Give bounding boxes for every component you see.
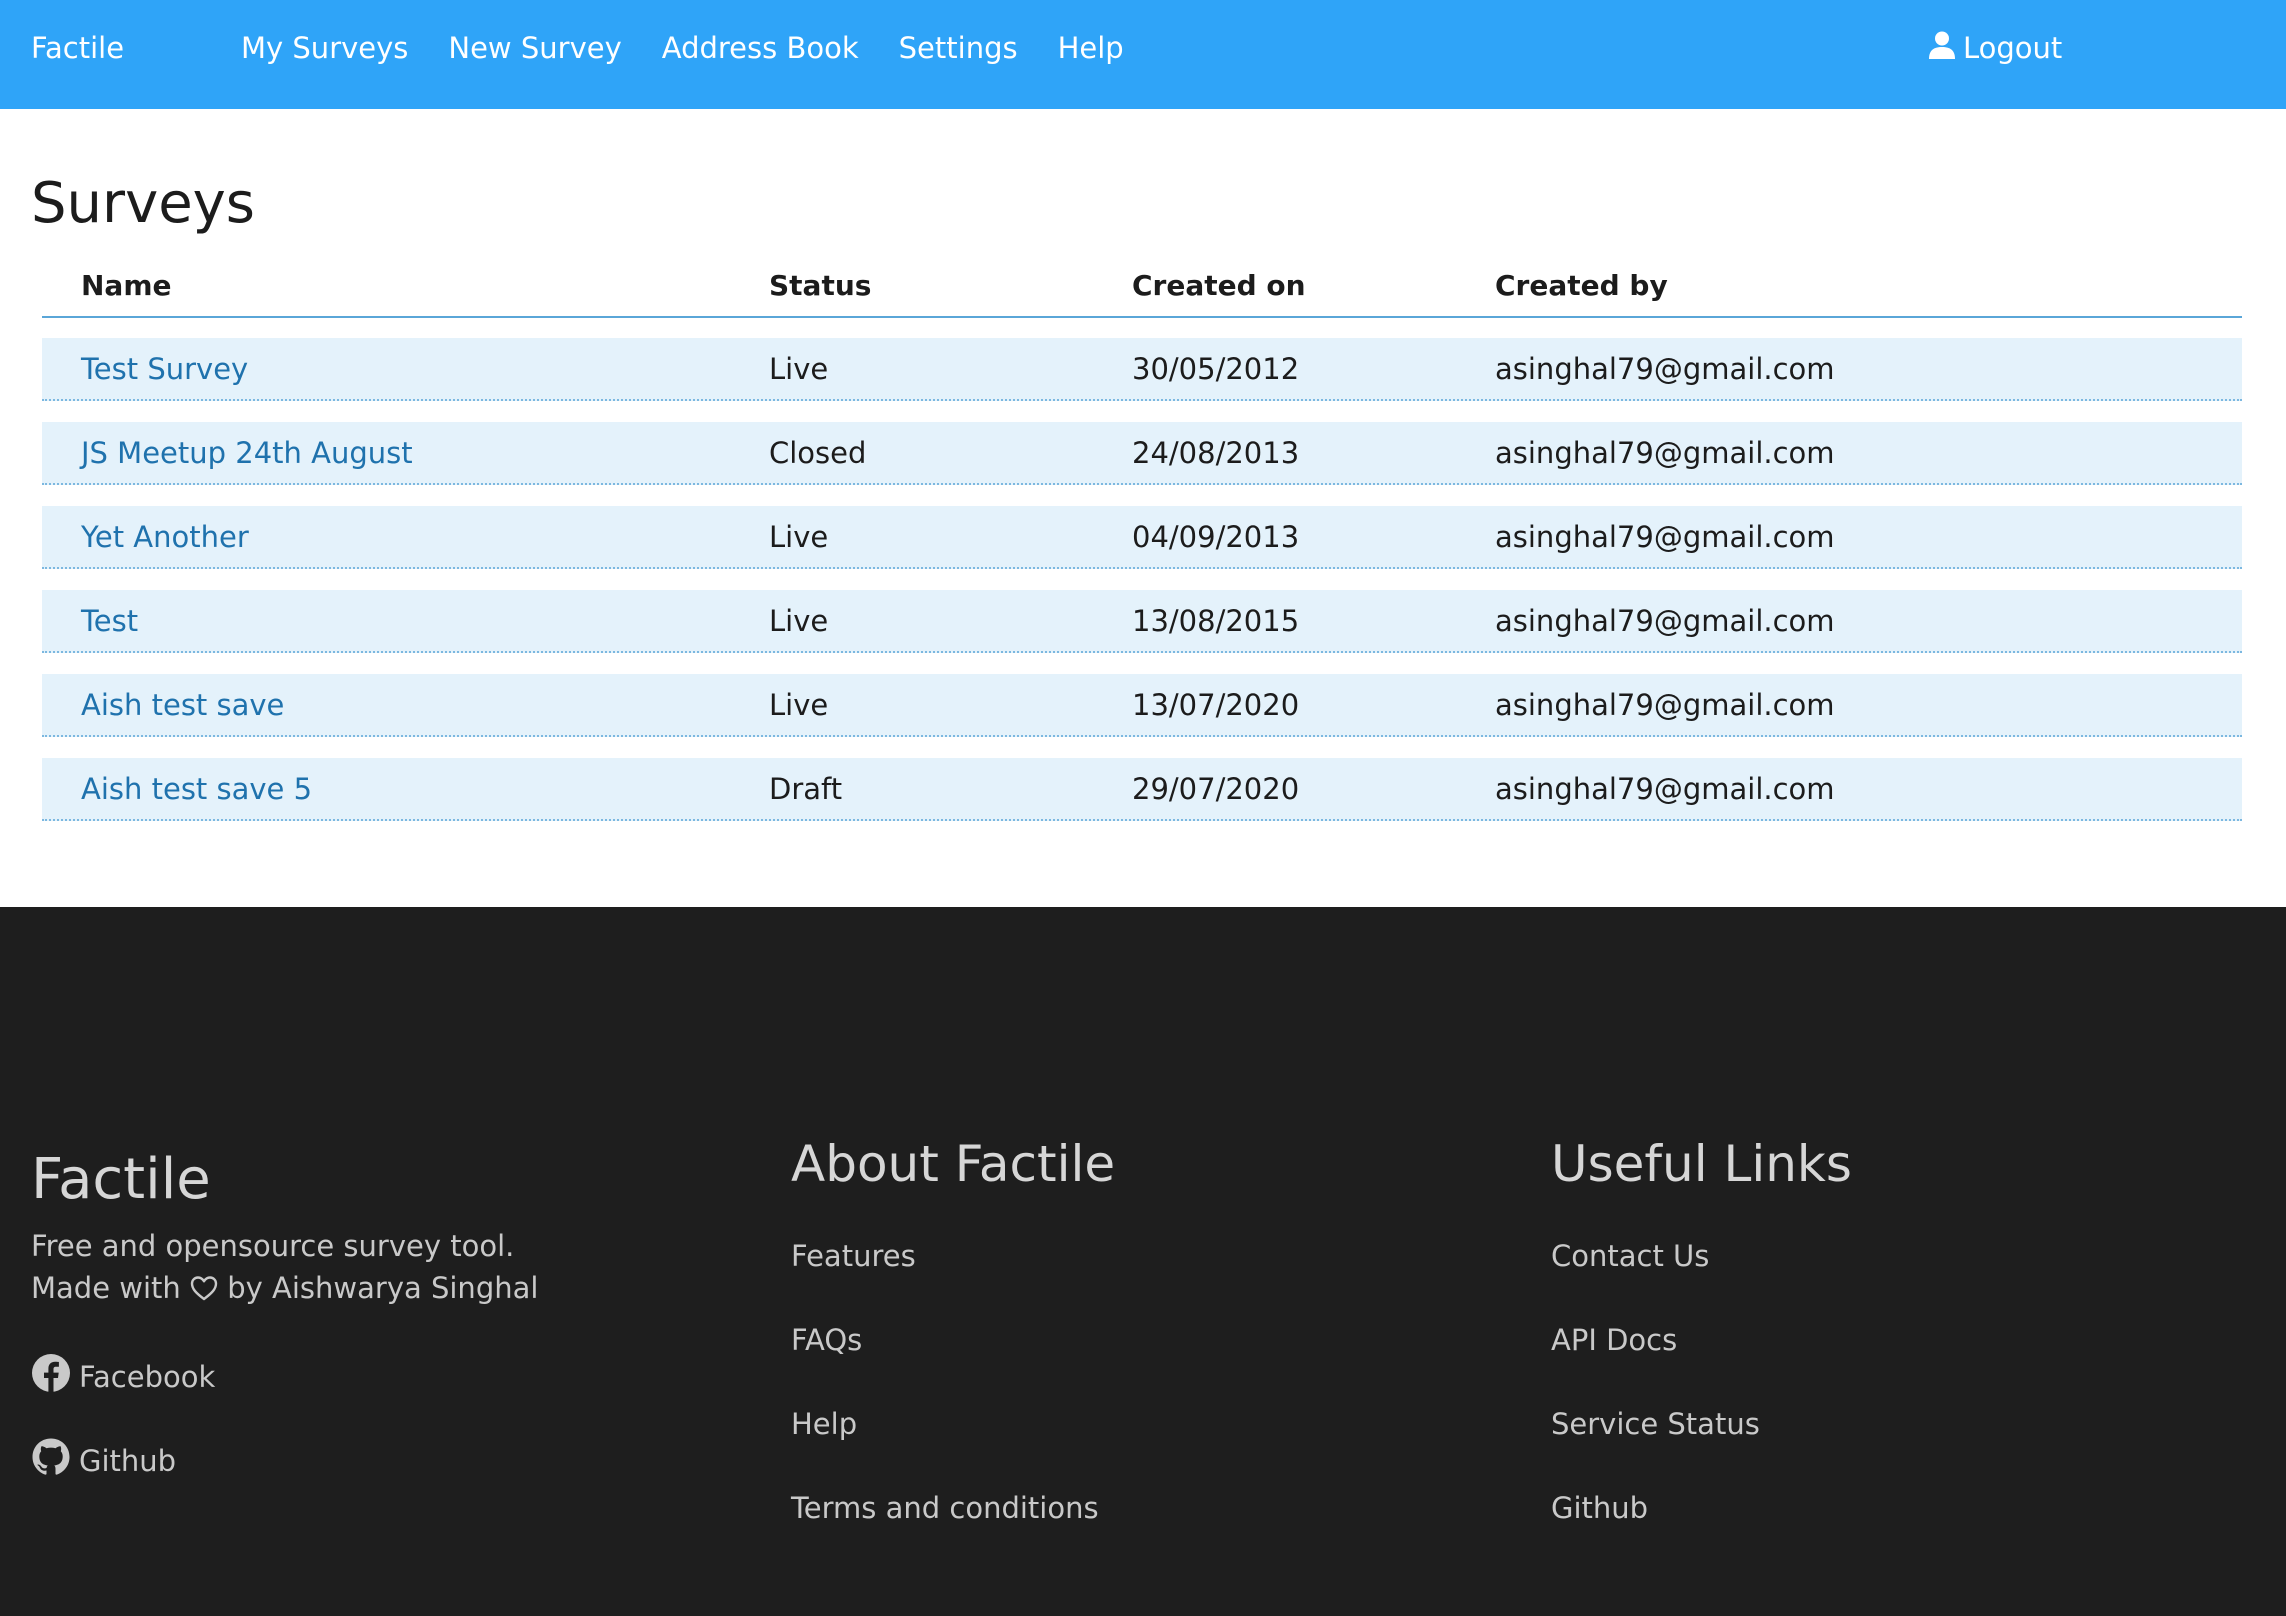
facebook-icon xyxy=(31,1353,71,1400)
survey-created-on: 29/07/2020 xyxy=(1132,771,1300,806)
footer-link-help[interactable]: Help xyxy=(791,1407,857,1441)
survey-created-by: asinghal79@gmail.com xyxy=(1495,603,1835,638)
surveys-table: Name Status Created on Created by Test S… xyxy=(42,255,2242,842)
table-body: Test Survey Live 30/05/2012 asinghal79@g… xyxy=(42,338,2242,821)
survey-name-link[interactable]: Aish test save xyxy=(42,688,769,722)
facebook-link[interactable]: Facebook xyxy=(31,1353,215,1400)
logout-label: Logout xyxy=(1963,31,2063,65)
about-title: About Factile xyxy=(791,1135,1116,1193)
footer-link-api-docs[interactable]: API Docs xyxy=(1551,1323,1677,1357)
table-row: Aish test save 5 Draft 29/07/2020 asingh… xyxy=(42,758,2242,821)
table-row: Test Live 13/08/2015 asinghal79@gmail.co… xyxy=(42,590,2242,653)
header-name: Name xyxy=(81,269,172,302)
logout-button[interactable]: Logout xyxy=(1929,0,2062,96)
user-icon xyxy=(1929,31,1955,66)
survey-created-by: asinghal79@gmail.com xyxy=(1495,351,1835,386)
header-status: Status xyxy=(769,269,872,302)
table-row: Yet Another Live 04/09/2013 asinghal79@g… xyxy=(42,506,2242,569)
brand-link[interactable]: Factile xyxy=(31,0,124,96)
tagline-by: by Aishwarya Singhal xyxy=(227,1271,539,1305)
table-row: Aish test save Live 13/07/2020 asinghal7… xyxy=(42,674,2242,737)
survey-created-by: asinghal79@gmail.com xyxy=(1495,519,1835,554)
survey-status: Live xyxy=(769,351,829,386)
footer-link-terms[interactable]: Terms and conditions xyxy=(791,1491,1099,1525)
survey-name-link[interactable]: Aish test save 5 xyxy=(42,772,769,806)
survey-created-by: asinghal79@gmail.com xyxy=(1495,771,1835,806)
survey-status: Live xyxy=(769,603,829,638)
header-created-on: Created on xyxy=(1132,269,1306,302)
page-title: Surveys xyxy=(31,171,255,236)
site-footer: Factile Free and opensource survey tool.… xyxy=(0,907,2286,1616)
github-icon xyxy=(31,1437,71,1484)
footer-link-features[interactable]: Features xyxy=(791,1239,916,1273)
top-navbar: Factile My Surveys New Survey Address Bo… xyxy=(0,0,2286,109)
footer-link-service-status[interactable]: Service Status xyxy=(1551,1407,1760,1441)
tagline-made-with: Made with xyxy=(31,1271,181,1305)
footer-brand-title: Factile xyxy=(31,1147,211,1212)
github-social-label: Github xyxy=(79,1443,177,1478)
nav-help[interactable]: Help xyxy=(1058,31,1124,65)
survey-created-on: 13/07/2020 xyxy=(1132,687,1300,722)
nav-settings[interactable]: Settings xyxy=(899,31,1018,65)
survey-name-link[interactable]: Test xyxy=(42,604,769,638)
survey-created-on: 24/08/2013 xyxy=(1132,435,1300,470)
nav-new-survey[interactable]: New Survey xyxy=(448,31,621,65)
footer-link-faqs[interactable]: FAQs xyxy=(791,1323,862,1357)
useful-links-title: Useful Links xyxy=(1551,1135,1852,1193)
header-created-by: Created by xyxy=(1495,269,1668,302)
survey-status: Draft xyxy=(769,771,843,806)
tagline-line1: Free and opensource survey tool. xyxy=(31,1229,515,1263)
survey-created-by: asinghal79@gmail.com xyxy=(1495,687,1835,722)
survey-created-on: 04/09/2013 xyxy=(1132,519,1300,554)
nav-my-surveys[interactable]: My Surveys xyxy=(241,31,408,65)
survey-status: Closed xyxy=(769,435,867,470)
footer-link-github[interactable]: Github xyxy=(1551,1491,1648,1525)
survey-created-by: asinghal79@gmail.com xyxy=(1495,435,1835,470)
table-row: JS Meetup 24th August Closed 24/08/2013 … xyxy=(42,422,2242,485)
survey-created-on: 30/05/2012 xyxy=(1132,351,1300,386)
github-social-link[interactable]: Github xyxy=(31,1437,176,1484)
table-header: Name Status Created on Created by xyxy=(42,255,2242,318)
footer-tagline: Free and opensource survey tool. Made wi… xyxy=(31,1225,538,1309)
survey-name-link[interactable]: Test Survey xyxy=(42,352,769,386)
survey-name-link[interactable]: Yet Another xyxy=(42,520,769,554)
survey-name-link[interactable]: JS Meetup 24th August xyxy=(42,436,769,470)
nav-links: My Surveys New Survey Address Book Setti… xyxy=(241,0,1124,96)
survey-status: Live xyxy=(769,687,829,722)
heart-icon xyxy=(190,1270,218,1301)
nav-address-book[interactable]: Address Book xyxy=(662,31,859,65)
survey-status: Live xyxy=(769,519,829,554)
facebook-label: Facebook xyxy=(79,1359,216,1394)
footer-link-contact-us[interactable]: Contact Us xyxy=(1551,1239,1709,1273)
survey-created-on: 13/08/2015 xyxy=(1132,603,1300,638)
table-row: Test Survey Live 30/05/2012 asinghal79@g… xyxy=(42,338,2242,401)
